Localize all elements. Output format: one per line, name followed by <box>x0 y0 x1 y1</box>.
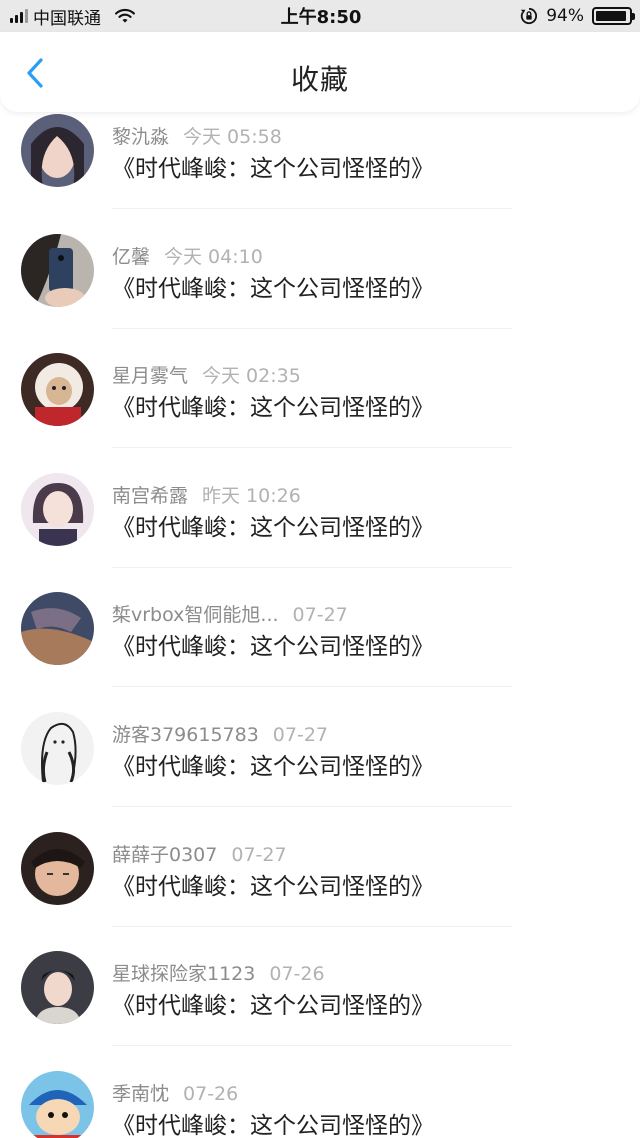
item-meta: 亿馨 今天 04:10 <box>112 242 263 269</box>
status-bar: 中国联通 上午8:50 94% <box>0 0 640 32</box>
item-meta: 南宫希露 昨天 10:26 <box>112 481 301 508</box>
divider <box>112 208 512 209</box>
nav-bar: 收藏 <box>0 32 640 112</box>
carrier-label: 中国联通 <box>33 8 101 29</box>
avatar[interactable] <box>21 1070 94 1138</box>
user-name: 星球探险家1123 <box>112 963 256 986</box>
user-name: 季南忱 <box>112 1082 170 1105</box>
divider <box>112 1045 512 1047</box>
divider <box>112 925 512 927</box>
item-meta: 黎氿淼 今天 05:58 <box>112 122 282 149</box>
item-meta: 星球探险家1123 07-26 <box>112 959 325 986</box>
list-item[interactable]: 季南忱 07-26 《时代峰峻：这个公司怪怪的》 <box>0 1069 640 1138</box>
wifi-icon <box>115 8 135 23</box>
user-name: 南宫希露 <box>112 484 189 507</box>
signal-icon <box>10 9 28 23</box>
user-name: 游客379615783 <box>112 724 259 746</box>
list-item[interactable]: 星球探险家1123 07-26 《时代峰峻：这个公司怪怪的》 <box>0 949 640 1069</box>
divider <box>112 806 512 807</box>
list-item[interactable]: 黎氿淼 今天 05:58 《时代峰峻：这个公司怪怪的》 <box>0 112 640 232</box>
divider <box>112 566 512 568</box>
avatar[interactable] <box>21 712 94 785</box>
item-time: 07-26 <box>183 1082 239 1105</box>
item-time: 今天 04:10 <box>164 245 263 268</box>
item-title[interactable]: 《时代峰峻：这个公司怪怪的》 <box>112 986 434 1020</box>
avatar[interactable] <box>21 114 94 187</box>
list-item[interactable]: 星月雾气 今天 02:35 《时代峰峻：这个公司怪怪的》 <box>0 351 640 471</box>
divider <box>112 327 512 329</box>
favorites-list: 黎氿淼 今天 05:58 《时代峰峻：这个公司怪怪的》 亿馨 今天 04:10 《时… <box>0 112 640 1138</box>
item-time: 07-27 <box>272 724 329 746</box>
item-title[interactable]: 《时代峰峻：这个公司怪怪的》 <box>112 269 434 303</box>
item-time: 07-27 <box>292 604 348 627</box>
rotation-lock-icon <box>521 7 538 25</box>
battery-fill <box>596 11 627 21</box>
list-item[interactable]: 南宫希露 昨天 10:26 《时代峰峻：这个公司怪怪的》 <box>0 471 640 591</box>
avatar[interactable] <box>21 472 94 546</box>
user-name: 黎氿淼 <box>112 126 170 148</box>
divider <box>112 447 512 449</box>
item-time: 今天 02:35 <box>202 365 301 388</box>
item-meta: 季南忱 07-26 <box>112 1079 238 1106</box>
battery-percent: 94% <box>546 6 584 26</box>
avatar[interactable] <box>21 592 94 666</box>
status-left: 中国联通 <box>10 4 210 29</box>
user-name: 亿馨 <box>112 245 151 268</box>
list-item[interactable]: 游客379615783 07-27 《时代峰峻：这个公司怪怪的》 <box>0 710 640 830</box>
item-meta: 游客379615783 07-27 <box>112 720 328 747</box>
item-time: 昨天 10:26 <box>202 484 301 507</box>
avatar[interactable] <box>21 233 94 307</box>
item-meta: 椞vrbox智侗能旭... 07-27 <box>112 600 348 627</box>
item-title[interactable]: 《时代峰峻：这个公司怪怪的》 <box>112 508 434 542</box>
avatar[interactable] <box>21 353 94 427</box>
item-title[interactable]: 《时代峰峻：这个公司怪怪的》 <box>112 627 434 661</box>
item-time: 07-26 <box>269 963 325 986</box>
avatar[interactable] <box>21 831 94 905</box>
user-name: 星月雾气 <box>112 365 189 388</box>
user-name: 薛薛子0307 <box>112 843 218 866</box>
item-time: 07-27 <box>231 843 287 866</box>
item-title[interactable]: 《时代峰峻：这个公司怪怪的》 <box>112 867 434 901</box>
item-meta: 星月雾气 今天 02:35 <box>112 361 301 388</box>
list-item[interactable]: 亿馨 今天 04:10 《时代峰峻：这个公司怪怪的》 <box>0 232 640 352</box>
status-time: 上午8:50 <box>280 7 362 28</box>
item-title[interactable]: 《时代峰峻：这个公司怪怪的》 <box>112 149 434 183</box>
status-right: 94% <box>432 6 635 26</box>
item-title[interactable]: 《时代峰峻：这个公司怪怪的》 <box>112 388 434 422</box>
list-item[interactable]: 椞vrbox智侗能旭... 07-27 《时代峰峻：这个公司怪怪的》 <box>0 590 640 710</box>
page-title: 收藏 <box>290 63 349 96</box>
user-name: 椞vrbox智侗能旭... <box>112 604 279 627</box>
item-title[interactable]: 《时代峰峻：这个公司怪怪的》 <box>112 1106 434 1138</box>
item-title[interactable]: 《时代峰峻：这个公司怪怪的》 <box>112 747 434 781</box>
avatar[interactable] <box>21 951 94 1025</box>
divider <box>112 686 512 688</box>
item-time: 今天 05:58 <box>183 126 282 148</box>
list-item[interactable]: 薛薛子0307 07-27 《时代峰峻：这个公司怪怪的》 <box>0 830 640 950</box>
item-meta: 薛薛子0307 07-27 <box>112 840 287 867</box>
battery-icon <box>592 7 635 25</box>
